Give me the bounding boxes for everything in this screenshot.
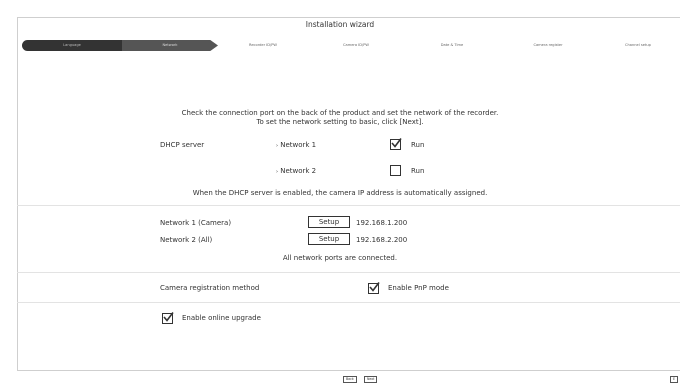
checkmark-icon	[391, 138, 402, 148]
network-status: All network ports are connected.	[282, 254, 398, 262]
step-camera-id-pw[interactable]: Camera ID/PW	[308, 40, 404, 51]
next-button[interactable]: Next	[364, 376, 378, 383]
wizard-steps: Language Network Recorder ID/PW Camera I…	[22, 40, 680, 51]
instruction-line-1: Check the connection port on the back of…	[181, 109, 499, 117]
dhcp-network-2-label: › Network 2	[276, 167, 317, 175]
section-divider	[17, 302, 680, 303]
pnp-mode-checkbox[interactable]	[368, 282, 380, 294]
network-1-label: Network 1 (Camera)	[160, 219, 232, 227]
frame-top-border	[17, 17, 680, 18]
network-1-ip: 192.168.1.200	[356, 219, 408, 227]
step-camera-register[interactable]: Camera register	[500, 40, 596, 51]
pnp-mode-label: Enable PnP mode	[388, 284, 449, 292]
dhcp-network-1-run-checkbox[interactable]	[390, 138, 402, 150]
network-1-setup-button[interactable]: Setup	[308, 216, 350, 228]
dhcp-network-1-label: › Network 1	[276, 141, 317, 149]
network-2-ip: 192.168.2.200	[356, 236, 408, 244]
dhcp-note: When the DHCP server is enabled, the cam…	[192, 189, 488, 197]
dhcp-network-2-run-label: Run	[411, 167, 425, 175]
instruction-line-2: To set the network setting to basic, cli…	[256, 118, 424, 126]
network-2-setup-button[interactable]: Setup	[308, 233, 350, 245]
online-upgrade-label: Enable online upgrade	[182, 314, 261, 322]
checkmark-icon	[163, 312, 174, 322]
frame-bottom-border	[17, 370, 680, 371]
step-network[interactable]: Network	[122, 40, 218, 51]
dhcp-network-1-run-label: Run	[411, 141, 425, 149]
back-button[interactable]: Back	[343, 376, 357, 383]
section-divider	[17, 272, 680, 273]
section-divider	[17, 205, 680, 206]
dhcp-network-2-run-checkbox[interactable]	[390, 165, 401, 176]
checkmark-icon	[369, 282, 380, 292]
dhcp-server-label: DHCP server	[160, 141, 205, 149]
step-channel-setup[interactable]: Channel setup	[596, 40, 680, 51]
camera-registration-label: Camera registration method	[160, 284, 260, 292]
network-2-label: Network 2 (All)	[160, 236, 213, 244]
step-date-time[interactable]: Date & Time	[404, 40, 500, 51]
step-language[interactable]: Language	[22, 40, 122, 51]
exit-button[interactable]: E	[670, 376, 679, 383]
online-upgrade-checkbox[interactable]	[162, 312, 174, 324]
window-title: Installation wizard	[305, 20, 375, 29]
step-recorder-id-pw[interactable]: Recorder ID/PW	[218, 40, 308, 51]
